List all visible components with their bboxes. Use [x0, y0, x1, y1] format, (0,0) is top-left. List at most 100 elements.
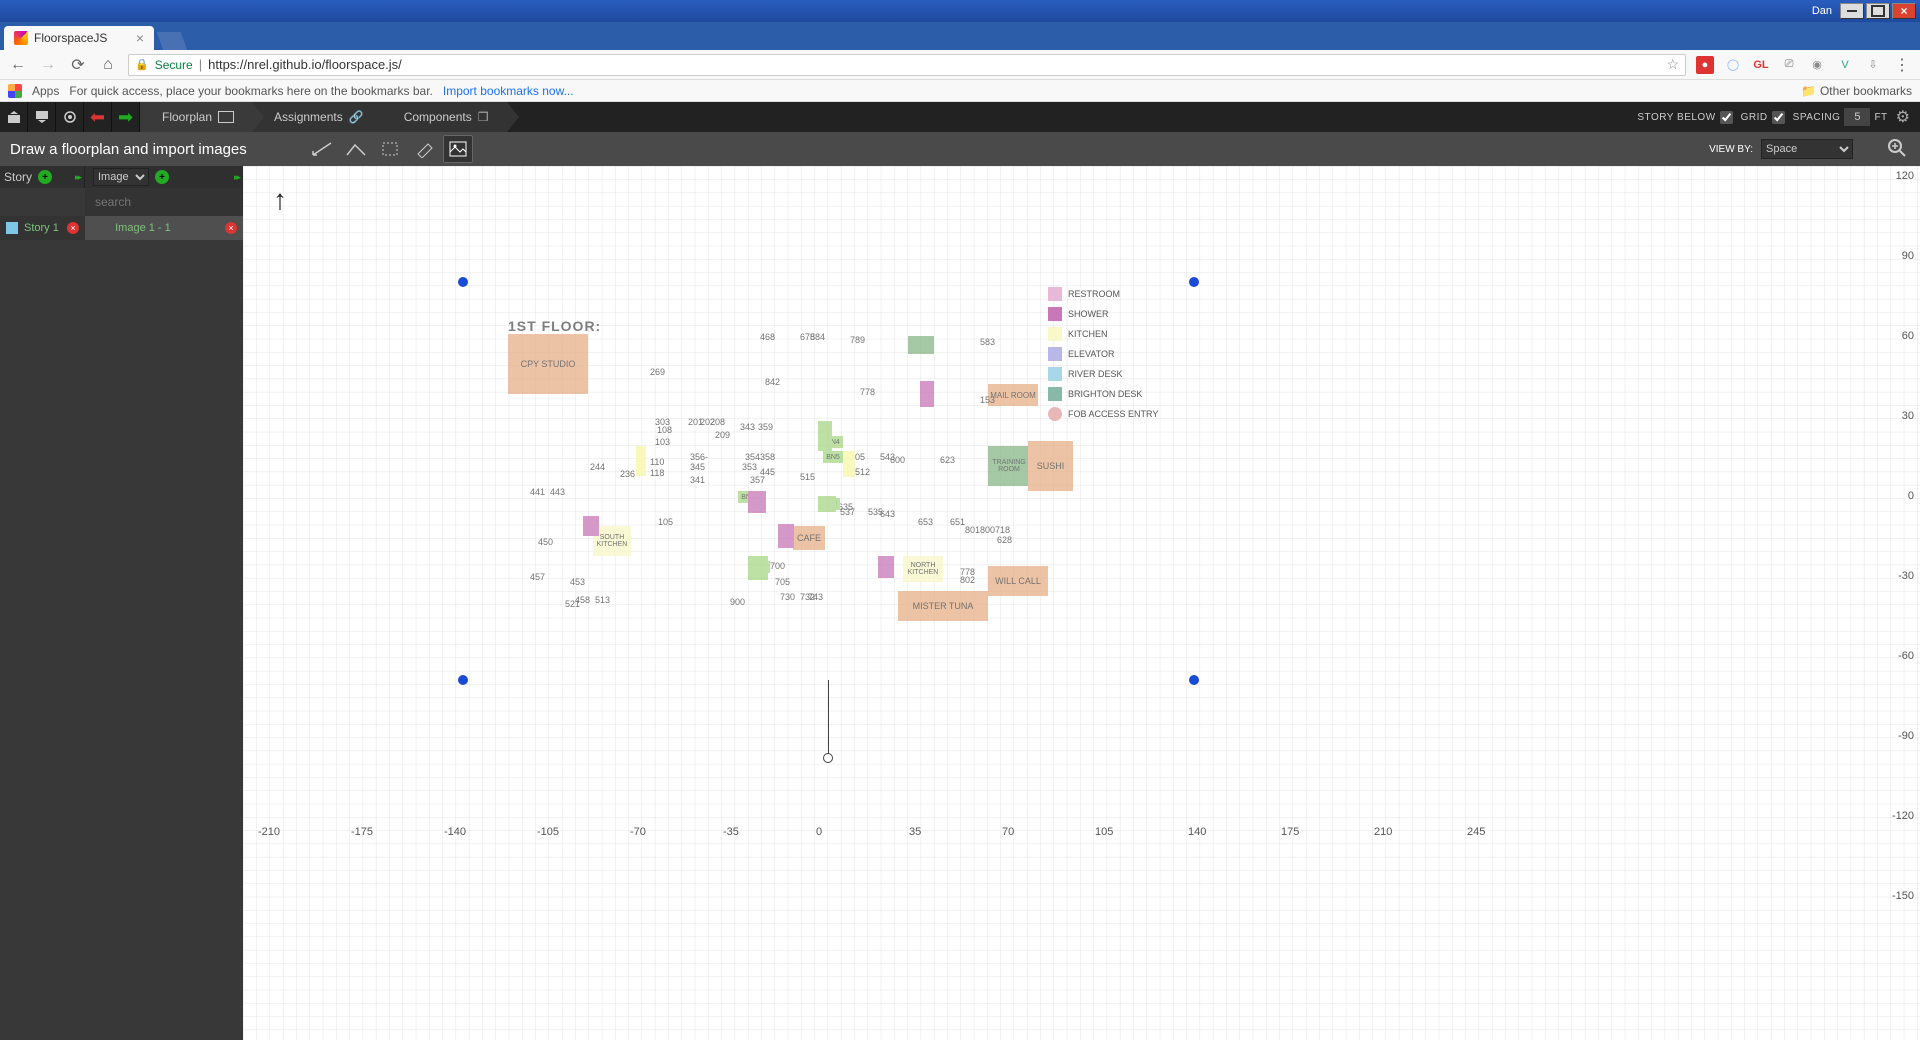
grid-toggle[interactable]: GRID: [1741, 111, 1785, 124]
x-axis-tick: 105: [1095, 826, 1113, 838]
x-axis-tick: 245: [1467, 826, 1485, 838]
legend-row: RESTROOM: [1048, 284, 1158, 304]
room-block: TRAINING ROOM: [988, 446, 1030, 486]
room-block: CAFE: [793, 526, 825, 550]
save-file-button[interactable]: [28, 102, 56, 132]
window-minimize-button[interactable]: [1840, 3, 1864, 19]
image-handle[interactable]: [1189, 675, 1199, 685]
legend-row: FOB ACCESS ENTRY: [1048, 404, 1158, 424]
window-close-button[interactable]: ×: [1892, 3, 1916, 19]
room-block: WILL CALL: [988, 566, 1048, 596]
extension-icon[interactable]: GL: [1752, 56, 1770, 74]
app-toolbar: ⬅ ➡ Floorplan Assignments 🔗 Components ❒…: [0, 102, 1920, 132]
room-number: 537: [838, 506, 857, 518]
room-number: 103: [653, 436, 672, 448]
extension-icon[interactable]: ●: [1696, 56, 1714, 74]
image-list-item[interactable]: Image 1 - 1 ×: [85, 216, 243, 240]
other-bookmarks-button[interactable]: 📁 Other bookmarks: [1801, 84, 1912, 98]
y-axis-tick: 120: [1896, 170, 1914, 182]
expand-stories-button[interactable]: ▸▸: [75, 172, 80, 183]
room-number: 269: [648, 366, 667, 378]
origin-line: [828, 680, 829, 758]
x-axis-tick: -140: [444, 826, 466, 838]
room-block: CPY STUDIO: [508, 334, 588, 394]
floorplan-icon: [218, 111, 234, 123]
extension-icon[interactable]: ◯: [1724, 56, 1742, 74]
tab-floorplan[interactable]: Floorplan: [140, 102, 252, 132]
room-number: 445: [758, 466, 777, 478]
tab-assignments[interactable]: Assignments 🔗: [252, 102, 382, 132]
undo-button[interactable]: ⬅: [84, 102, 112, 132]
y-axis-tick: -60: [1898, 650, 1914, 662]
import-bookmarks-link[interactable]: Import bookmarks now...: [443, 84, 574, 98]
room-number: 359: [756, 421, 775, 433]
room-number: 778: [858, 386, 877, 398]
zoom-tool-button[interactable]: [1886, 137, 1910, 161]
floorplan-image[interactable]: 1ST FLOOR: CPY STUDIO TRAINING ROOM SUSH…: [498, 316, 1318, 686]
room-number: 443: [548, 486, 567, 498]
select-tool-button[interactable]: [375, 135, 405, 163]
legend-row: BRIGHTON DESK: [1048, 384, 1158, 404]
back-button[interactable]: ←: [8, 55, 28, 75]
room-number: 730: [778, 591, 797, 603]
spacing-control: SPACING FT: [1793, 108, 1888, 126]
add-item-button[interactable]: +: [155, 170, 169, 184]
x-axis-tick: -175: [351, 826, 373, 838]
chrome-menu-button[interactable]: ⋮: [1892, 55, 1912, 75]
side-panel: Story + ▸▸ Image + ▸▸ Story 1 ×: [0, 166, 243, 1040]
add-story-button[interactable]: +: [38, 170, 52, 184]
bookmark-bar: Apps For quick access, place your bookma…: [0, 80, 1920, 102]
open-file-button[interactable]: [0, 102, 28, 132]
room-block: MISTER TUNA: [898, 591, 988, 621]
origin-marker[interactable]: [823, 753, 833, 763]
canvas[interactable]: ↑ 1ST FLOOR: CPY STUDIO TRAINING ROOM SU…: [243, 166, 1920, 1040]
settings-map-button[interactable]: [56, 102, 84, 132]
story-list-item[interactable]: Story 1 ×: [0, 216, 85, 240]
room-number: 108: [655, 424, 674, 436]
delete-story-button[interactable]: ×: [67, 222, 79, 234]
x-axis-tick: -210: [258, 826, 280, 838]
image-handle[interactable]: [458, 277, 468, 287]
viewby-select[interactable]: Space: [1761, 139, 1853, 159]
bookmark-star-icon[interactable]: ☆: [1666, 56, 1679, 73]
tab-close-icon[interactable]: ×: [136, 30, 144, 46]
room-number: 343: [738, 421, 757, 433]
sidebar-type-select[interactable]: Image: [93, 168, 149, 186]
search-input[interactable]: [85, 188, 243, 216]
image-handle[interactable]: [458, 675, 468, 685]
room-number: 842: [763, 376, 782, 388]
polygon-tool-button[interactable]: [341, 135, 371, 163]
gear-icon[interactable]: ⚙: [1896, 107, 1910, 127]
cast-icon[interactable]: ⎚: [1780, 56, 1798, 74]
extension-icon[interactable]: V: [1836, 56, 1854, 74]
window-maximize-button[interactable]: [1866, 3, 1890, 19]
chrome-profile[interactable]: Dan: [1806, 5, 1838, 17]
story-below-toggle[interactable]: STORY BELOW: [1637, 111, 1732, 124]
rectangle-tool-button[interactable]: [307, 135, 337, 163]
spacing-input[interactable]: [1844, 108, 1870, 126]
delete-image-button[interactable]: ×: [225, 222, 237, 234]
apps-label[interactable]: Apps: [32, 84, 59, 98]
redo-button[interactable]: ➡: [112, 102, 140, 132]
room-number: 468: [758, 331, 777, 343]
image-handle[interactable]: [1189, 277, 1199, 287]
omnibox[interactable]: 🔒 Secure | https://nrel.github.io/floors…: [128, 54, 1686, 76]
forward-button[interactable]: →: [38, 55, 58, 75]
tab-components[interactable]: Components ❒: [382, 102, 507, 132]
new-tab-button[interactable]: [157, 32, 188, 50]
north-arrow-icon: ↑: [273, 184, 287, 216]
erase-tool-button[interactable]: [409, 135, 439, 163]
home-button[interactable]: ⌂: [98, 55, 118, 75]
browser-tab[interactable]: FloorspaceJS ×: [4, 26, 154, 50]
legend-row: RIVER DESK: [1048, 364, 1158, 384]
extension-icon[interactable]: ◉: [1808, 56, 1826, 74]
apps-icon[interactable]: [8, 84, 22, 98]
reload-button[interactable]: ⟳: [68, 55, 88, 75]
bn-label: BN5: [823, 451, 843, 463]
color-swatch: [6, 222, 18, 234]
expand-items-button[interactable]: ▸▸: [234, 172, 239, 183]
room-number: 208: [708, 416, 727, 428]
tab-title: FloorspaceJS: [34, 31, 107, 45]
image-tool-button[interactable]: [443, 135, 473, 163]
extension-icon[interactable]: ⇩: [1864, 56, 1882, 74]
